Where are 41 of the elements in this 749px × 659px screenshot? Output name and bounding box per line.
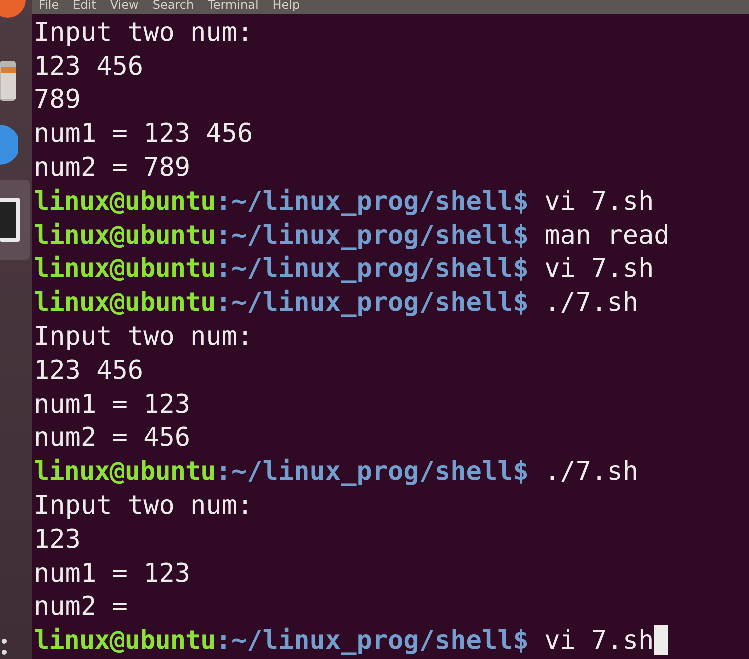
drawer-icon — [0, 61, 16, 101]
prompt-user-host: linux@ubuntu — [34, 626, 216, 656]
terminal-icon — [0, 198, 20, 242]
menu-item[interactable]: Terminal — [208, 0, 259, 14]
command-text: ./7.sh — [544, 288, 638, 318]
output-line: num1 = 123 456 — [34, 118, 254, 152]
prompt-path: :~/linux_prog/shell$ — [216, 186, 529, 217]
output-line: num1 = 123 — [34, 388, 192, 422]
command-text: vi 7.sh — [544, 626, 654, 656]
prompt-user-host: linux@ubuntu — [34, 457, 216, 488]
output-line: Input two num: — [34, 490, 254, 524]
command-text: man read — [544, 220, 670, 251]
apps-grid-icon[interactable] — [2, 639, 8, 655]
command-text: vi 7.sh — [544, 186, 654, 217]
output-line: 789 — [34, 84, 82, 118]
output-line: num1 = 123 — [34, 558, 192, 591]
prompt-user-host: linux@ubuntu — [34, 288, 216, 318]
menu-item[interactable]: File — [39, 0, 60, 14]
prompt-user-host: linux@ubuntu — [34, 254, 216, 284]
output-line: num2 = 456 — [34, 422, 192, 456]
menu-item[interactable]: View — [110, 0, 139, 14]
output-line: 123 — [34, 524, 82, 557]
output-line: 123 456 — [34, 354, 145, 388]
dock-item[interactable] — [0, 180, 30, 260]
prompt-path: :~/linux_prog/shell$ — [216, 254, 529, 284]
prompt-path: :~/linux_prog/shell$ — [216, 457, 529, 488]
output-line: num2 = — [34, 591, 129, 624]
menu-item[interactable]: Help — [272, 0, 300, 14]
prompt-path: :~/linux_prog/shell$ — [216, 220, 529, 251]
prompt-path: :~/linux_prog/shell$ — [216, 626, 529, 656]
output-line: num2 = 789 — [34, 152, 192, 186]
command-text: vi 7.sh — [544, 254, 654, 284]
command-text: ./7.sh — [544, 457, 638, 488]
menu-item[interactable]: Edit — [73, 0, 96, 14]
prompt-user-host: linux@ubuntu — [34, 186, 216, 217]
output-line: Input two num: — [34, 321, 254, 354]
output-line: Input two num: — [34, 16, 254, 50]
prompt-path: :~/linux_prog/shell$ — [216, 288, 529, 318]
output-line: 123 456 — [34, 50, 145, 84]
menu-item[interactable]: Search — [152, 0, 194, 14]
prompt-user-host: linux@ubuntu — [34, 220, 216, 251]
